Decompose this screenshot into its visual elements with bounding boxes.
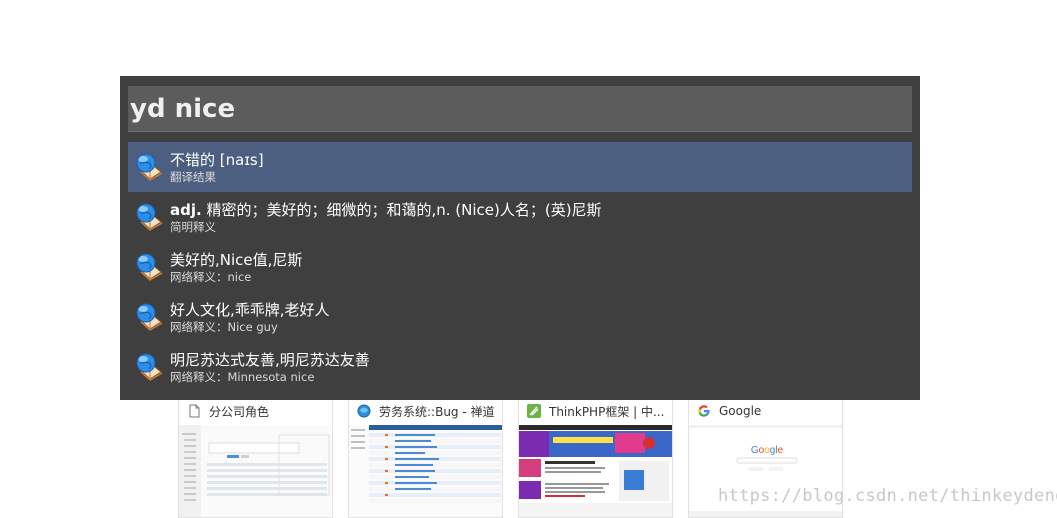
result-subtitle: 翻译结果 <box>170 169 216 184</box>
launcher-window: yd nice 不错的 [naɪs] 翻译结果 adj. 精密的；美好的；细微的… <box>120 76 920 400</box>
result-subtitle: 网络释义：Minnesota nice <box>170 369 315 384</box>
result-subtitle: 网络释义：nice <box>170 269 252 284</box>
tile-thumbnail <box>179 425 332 517</box>
globe-icon <box>357 404 371 418</box>
search-input[interactable]: yd nice <box>128 86 912 132</box>
dictionary-icon <box>136 303 163 331</box>
tile-thumbnail <box>349 425 502 517</box>
result-title: 不错的 [naɪs] <box>170 150 264 169</box>
tile-title: ThinkPHP框架 | 中... <box>549 404 665 419</box>
tile-title: 劳务系统::Bug - 禅道 <box>379 404 495 419</box>
result-title: 好人文化,乖乖牌,老好人 <box>170 300 330 319</box>
dictionary-icon <box>136 253 163 281</box>
dictionary-icon <box>136 353 163 381</box>
result-title: 明尼苏达式友善,明尼苏达友善 <box>170 350 370 369</box>
result-item[interactable]: 美好的,Nice值,尼斯 网络释义：nice <box>128 242 912 292</box>
tile-fengongsi[interactable]: 分公司角色 <box>178 398 333 518</box>
result-title: 美好的,Nice值,尼斯 <box>170 250 303 269</box>
tile-thumbnail <box>519 425 672 517</box>
svg-text:Google: Google <box>751 445 784 456</box>
result-subtitle: 简明释义 <box>170 219 216 234</box>
results-list: 不错的 [naɪs] 翻译结果 adj. 精密的；美好的；细微的；和蔼的,n. … <box>128 142 912 392</box>
result-item[interactable]: 好人文化,乖乖牌,老好人 网络释义：Nice guy <box>128 292 912 342</box>
tile-title: 分公司角色 <box>209 404 270 419</box>
page-icon <box>189 404 200 418</box>
tile-bug-chandao[interactable]: 劳务系统::Bug - 禅道 <box>348 398 503 518</box>
result-item[interactable]: 不错的 [naɪs] 翻译结果 <box>128 142 912 192</box>
result-title: adj. 精密的；美好的；细微的；和蔼的,n. (Nice)人名；(英)尼斯 <box>170 200 602 219</box>
dictionary-icon <box>136 203 163 231</box>
google-icon <box>698 405 710 417</box>
result-item[interactable]: 明尼苏达式友善,明尼苏达友善 网络释义：Minnesota nice <box>128 342 912 392</box>
thinkphp-icon <box>527 404 541 418</box>
result-item[interactable]: adj. 精密的；美好的；细微的；和蔼的,n. (Nice)人名；(英)尼斯 简… <box>128 192 912 242</box>
watermark: https://blog.csdn.net/thinkeydeng <box>718 486 1057 506</box>
tile-thinkphp[interactable]: ThinkPHP框架 | 中... <box>518 398 673 518</box>
result-subtitle: 网络释义：Nice guy <box>170 319 278 334</box>
dictionary-icon <box>136 153 163 181</box>
tile-title: Google <box>719 404 762 418</box>
